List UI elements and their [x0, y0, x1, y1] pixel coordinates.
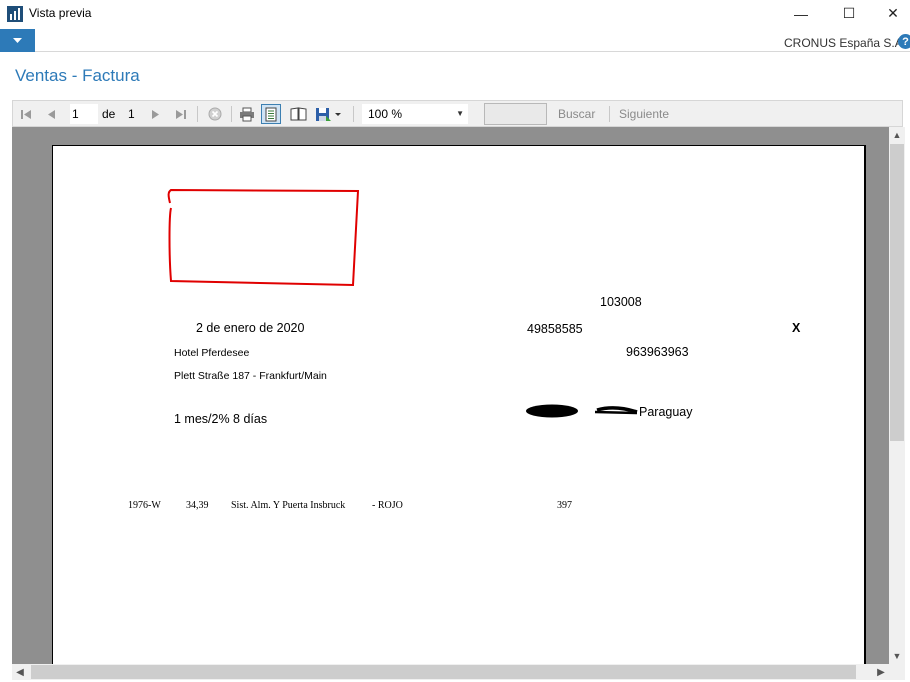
zoom-value: 100 % — [368, 107, 403, 121]
title-bar: Vista previa — ☐ ✕ — [0, 0, 910, 27]
app-menu-button[interactable] — [0, 29, 35, 52]
horizontal-scrollbar[interactable]: ◀ ▶ — [12, 664, 889, 680]
scrollbar-corner — [889, 664, 905, 680]
company-name: CRONUS España S.A. — [784, 36, 907, 50]
chevron-down-icon: ▼ — [456, 109, 464, 118]
customer-name: Hotel Pferdesee — [174, 347, 250, 359]
vertical-scrollbar[interactable]: ▲ ▼ — [889, 127, 905, 664]
scroll-right-icon[interactable]: ▶ — [873, 664, 889, 680]
scroll-up-icon[interactable]: ▲ — [889, 127, 905, 143]
minimize-button[interactable]: — — [778, 0, 824, 27]
report-toolbar: 1 de 1 100 % ▼ Buscar Siguiente — [12, 100, 903, 127]
line-item-amount: 397 — [557, 500, 572, 511]
page-title: Ventas - Factura — [15, 66, 140, 85]
first-page-icon[interactable] — [18, 104, 34, 124]
scroll-down-icon[interactable]: ▼ — [889, 648, 905, 664]
mark-x: X — [792, 321, 801, 335]
customer-address: Plett Straße 187 - Frankfurt/Main — [174, 370, 327, 382]
print-icon[interactable] — [237, 104, 257, 124]
toolbar-separator — [231, 106, 232, 122]
customer-phone: 963963963 — [626, 345, 689, 359]
toolbar-separator — [353, 106, 354, 122]
find-button[interactable]: Buscar — [558, 107, 595, 121]
app-chart-icon — [7, 6, 23, 22]
horizontal-scroll-thumb[interactable] — [31, 665, 856, 679]
line-item-description: Sist. Alm. Y Puerta Insbruck — [231, 500, 346, 511]
line-item-number: 1976-W — [128, 500, 161, 511]
page-setup-icon[interactable] — [288, 104, 308, 124]
scroll-left-icon[interactable]: ◀ — [12, 664, 28, 680]
payment-terms: 1 mes/2% 8 días — [174, 412, 268, 426]
export-icon[interactable] — [313, 104, 343, 124]
previous-page-icon[interactable] — [43, 104, 59, 124]
redaction-scribble — [526, 404, 638, 418]
toolbar-separator — [197, 106, 198, 122]
window-title: Vista previa — [29, 6, 92, 20]
close-button[interactable]: ✕ — [870, 0, 910, 27]
next-match-button[interactable]: Siguiente — [619, 107, 669, 121]
chevron-down-icon — [13, 37, 22, 43]
invoice-number: 103008 — [600, 295, 642, 309]
stop-icon[interactable] — [206, 104, 224, 124]
red-annotation-box — [167, 188, 360, 287]
report-viewer: 103008 2 de enero de 2020 49858585 X Hot… — [12, 127, 889, 664]
maximize-button[interactable]: ☐ — [826, 0, 872, 27]
report-page: 103008 2 de enero de 2020 49858585 X Hot… — [52, 145, 866, 664]
print-layout-icon[interactable] — [261, 104, 281, 124]
invoice-date: 2 de enero de 2020 — [196, 321, 305, 335]
of-label: de — [102, 107, 116, 121]
menu-divider — [35, 51, 910, 52]
search-input[interactable] — [484, 103, 547, 125]
line-item-variant: - ROJO — [372, 500, 403, 511]
current-page-input[interactable]: 1 — [70, 104, 98, 124]
line-item-price: 34,39 — [186, 500, 209, 511]
zoom-select[interactable]: 100 % ▼ — [362, 104, 468, 124]
help-icon[interactable]: ? — [898, 34, 910, 49]
total-pages: 1 — [128, 107, 135, 121]
toolbar-separator — [609, 106, 610, 122]
customer-country: Paraguay — [639, 405, 693, 419]
next-page-icon[interactable] — [147, 104, 163, 124]
last-page-icon[interactable] — [172, 104, 188, 124]
document-reference: 49858585 — [527, 322, 583, 336]
vertical-scroll-thumb[interactable] — [890, 144, 904, 441]
